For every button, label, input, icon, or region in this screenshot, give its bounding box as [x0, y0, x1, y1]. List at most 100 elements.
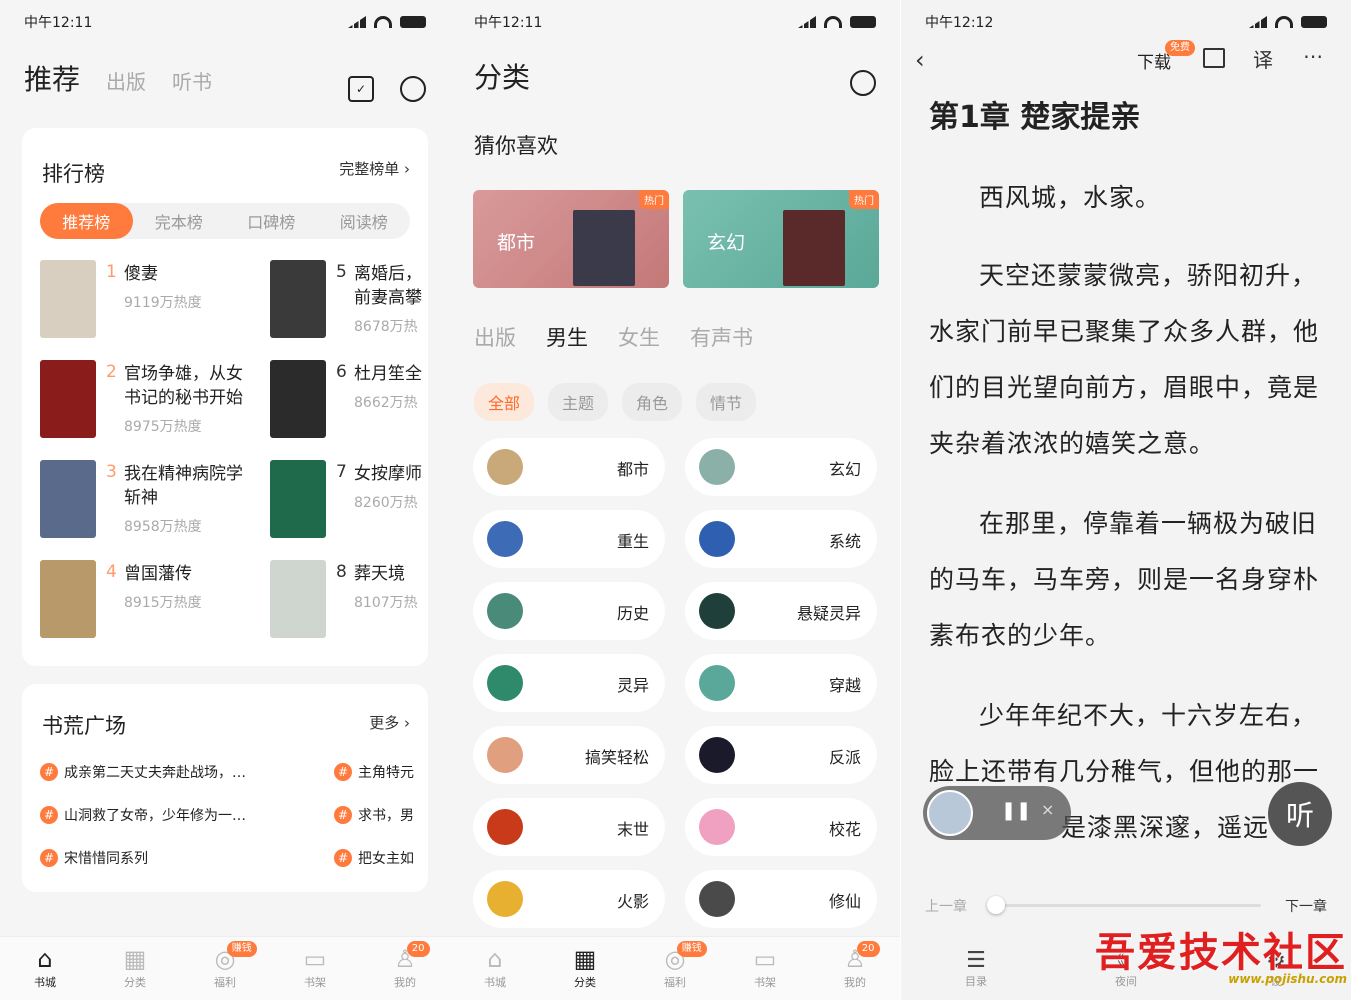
rank-item[interactable]: 8 葬天境 8107万热: [270, 560, 418, 640]
add-bookshelf-icon[interactable]: [1203, 48, 1225, 68]
toc-button[interactable]: ☰ 目录: [901, 936, 1051, 1000]
book-cover: [270, 460, 326, 538]
category-pill[interactable]: 灵异: [473, 654, 665, 712]
chip-complete[interactable]: 完本榜: [133, 203, 226, 239]
category-pill[interactable]: 重生: [473, 510, 665, 568]
category-pill[interactable]: 悬疑灵异: [685, 582, 877, 640]
tab-gift[interactable]: ◎ 赚钱 福利: [630, 937, 720, 1000]
rank-item[interactable]: 4 曾国藩传 8915万热度: [40, 560, 260, 640]
tab-audio[interactable]: 听书: [172, 66, 212, 95]
plaza-item-label: 宋惜惜同系列: [64, 851, 148, 867]
tab-recommend[interactable]: 推荐: [24, 58, 80, 98]
tab-book[interactable]: ▭ 书架: [720, 937, 810, 1000]
tab-user[interactable]: ♙ 20 我的: [360, 937, 450, 1000]
category-icon: [699, 809, 735, 845]
progress-thumb[interactable]: [987, 896, 1005, 914]
pause-icon[interactable]: ❚❚: [1001, 800, 1031, 821]
rank-number: 3: [106, 462, 117, 482]
plaza-item[interactable]: # 主角特元: [334, 762, 414, 782]
category-pill[interactable]: 末世: [473, 798, 665, 856]
watermark: 吾爱技术社区 www.pojishu.com: [1047, 920, 1347, 988]
tab-grid[interactable]: ▦ 分类: [540, 937, 630, 1000]
rank-title: 排行榜: [42, 162, 105, 186]
category-pill[interactable]: 火影: [473, 870, 665, 928]
screen-category: 中午12:11 分类 猜你喜欢 都市 热门 玄幻 热门 出版 男生 女生 有声书…: [450, 0, 900, 1000]
filter-role[interactable]: 角色: [622, 383, 683, 421]
category-pill[interactable]: 穿越: [685, 654, 877, 712]
category-pill[interactable]: 校花: [685, 798, 877, 856]
chip-recommend[interactable]: 推荐榜: [40, 203, 133, 239]
tab-gift[interactable]: ◎ 赚钱 福利: [180, 937, 270, 1000]
rank-item[interactable]: 6 杜月笙全 8662万热: [270, 360, 422, 440]
plaza-item[interactable]: # 求书，男: [334, 805, 414, 825]
tab-label: 书城: [34, 976, 56, 989]
plaza-item[interactable]: # 把女主如: [334, 848, 414, 868]
rank-chips: 推荐榜 完本榜 口碑榜 阅读榜: [40, 203, 410, 239]
tab-user[interactable]: ♙ 20 我的: [810, 937, 900, 1000]
banner-tag: 热门: [849, 190, 879, 209]
rank-heat: 9119万热度: [124, 295, 202, 311]
banner-xuanhuan[interactable]: 玄幻 热门: [683, 190, 879, 288]
rank-item[interactable]: 5 离婚后， 前妻高攀 8678万热: [270, 260, 422, 340]
rank-title: 曾国藩传: [124, 564, 192, 584]
category-pill[interactable]: 都市: [473, 438, 665, 496]
category-label: 反派: [828, 748, 861, 767]
translate-icon[interactable]: 译: [1253, 44, 1273, 73]
plaza-more-link[interactable]: 更多 ›: [369, 712, 410, 733]
next-chapter-button[interactable]: 下一章: [1285, 896, 1327, 916]
banner-book-cover: [783, 210, 845, 286]
tab-publish[interactable]: 出版: [474, 322, 516, 352]
progress-slider[interactable]: [987, 896, 1261, 914]
more-icon[interactable]: ⋯: [1303, 44, 1323, 68]
rank-item[interactable]: 7 女按摩师 8260万热: [270, 460, 422, 540]
tab-male[interactable]: 男生: [546, 322, 588, 352]
rank-item[interactable]: 1 傻妻 9119万热度: [40, 260, 260, 340]
back-arrow-icon[interactable]: ‹: [915, 46, 925, 74]
checkin-calendar-icon[interactable]: ✓: [348, 76, 374, 102]
listen-button[interactable]: 听: [1268, 782, 1332, 846]
plaza-item[interactable]: # 成亲第二天丈夫奔赴战场，…: [40, 762, 310, 782]
category-pill[interactable]: 修仙: [685, 870, 877, 928]
filter-plot[interactable]: 情节: [696, 383, 757, 421]
rank-number: 2: [106, 362, 117, 382]
filter-theme[interactable]: 主题: [548, 383, 609, 421]
tab-grid[interactable]: ▦ 分类: [90, 937, 180, 1000]
tab-female[interactable]: 女生: [618, 322, 660, 352]
banner-dushi[interactable]: 都市 热门: [473, 190, 669, 288]
prev-chapter-button[interactable]: 上一章: [925, 896, 967, 916]
category-pill[interactable]: 历史: [473, 582, 665, 640]
status-bar: 中午12:12: [925, 12, 1327, 32]
category-icon: [487, 665, 523, 701]
tab-home[interactable]: ⌂ 书城: [0, 937, 90, 1000]
search-icon[interactable]: [400, 76, 426, 102]
category-label: 重生: [616, 532, 649, 551]
search-icon[interactable]: [850, 70, 876, 96]
category-pill[interactable]: 系统: [685, 510, 877, 568]
rank-heat: 8958万热度: [124, 519, 202, 535]
filter-all[interactable]: 全部: [474, 383, 535, 421]
watermark-title: 吾爱技术社区: [1095, 929, 1347, 976]
rank-item[interactable]: 3 我在精神病院学 斩神 8958万热度: [40, 460, 260, 540]
tab-home[interactable]: ⌂ 书城: [450, 937, 540, 1000]
category-pill[interactable]: 玄幻: [685, 438, 877, 496]
plaza-item[interactable]: # 宋惜惜同系列: [40, 848, 310, 868]
category-icon: [487, 809, 523, 845]
tab-publish[interactable]: 出版: [106, 66, 146, 95]
grid-icon: ▦: [123, 945, 147, 973]
status-icons: [1249, 16, 1327, 28]
tab-label: 我的: [394, 976, 416, 989]
close-icon[interactable]: ×: [1041, 800, 1054, 819]
toc-label: 目录: [965, 974, 987, 988]
chip-reputation[interactable]: 口碑榜: [225, 203, 318, 239]
rank-more-link[interactable]: 完整榜单 ›: [339, 158, 410, 179]
category-label: 穿越: [828, 676, 861, 695]
audio-mini-player[interactable]: ❚❚ ×: [923, 786, 1071, 840]
tab-label: 福利: [664, 976, 686, 989]
plaza-item[interactable]: # 山洞救了女帝，少年修为一…: [40, 805, 310, 825]
tab-book[interactable]: ▭ 书架: [270, 937, 360, 1000]
category-pill[interactable]: 反派: [685, 726, 877, 784]
category-pill[interactable]: 搞笑轻松: [473, 726, 665, 784]
tab-audiobook[interactable]: 有声书: [690, 322, 753, 352]
chip-reading[interactable]: 阅读榜: [318, 203, 411, 239]
rank-item[interactable]: 2 官场争雄，从女 书记的秘书开始 8975万热度: [40, 360, 260, 440]
